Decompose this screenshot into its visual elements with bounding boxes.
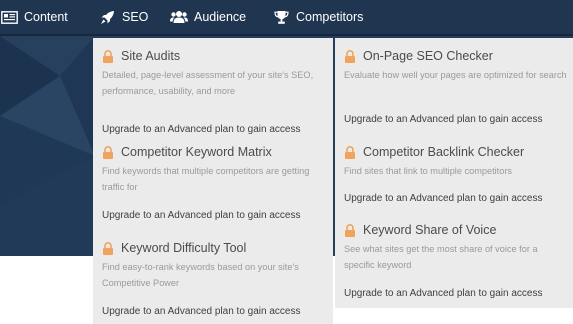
- menu-item-description: Find sites that link to multiple competi…: [344, 166, 512, 176]
- nav-item-content-label: Content: [24, 10, 68, 24]
- lock-icon: [103, 49, 113, 63]
- rocket-icon: [98, 9, 116, 25]
- upgrade-link[interactable]: Upgrade to an Advanced plan to gain acce…: [344, 113, 542, 127]
- upgrade-link[interactable]: Upgrade to an Advanced plan to gain acce…: [102, 123, 300, 137]
- menu-item-title: Keyword Difficulty Tool: [121, 241, 247, 255]
- nav-item-competitors[interactable]: Competitors: [272, 0, 363, 34]
- nav-item-seo[interactable]: SEO: [98, 0, 148, 34]
- nav-item-seo-label: SEO: [122, 10, 149, 24]
- upgrade-link[interactable]: Upgrade to an Advanced plan to gain acce…: [344, 287, 542, 301]
- menu-item-title: Competitor Keyword Matrix: [121, 145, 272, 159]
- trophy-icon: [272, 9, 290, 25]
- nav-item-competitors-label: Competitors: [296, 10, 364, 24]
- users-icon: [170, 9, 188, 25]
- newspaper-icon: [0, 9, 18, 25]
- nav-item-audience-label: Audience: [194, 10, 247, 24]
- upgrade-link[interactable]: Upgrade to an Advanced plan to gain acce…: [102, 209, 300, 223]
- menu-item-description: Find keywords that multiple competitors …: [102, 166, 310, 192]
- menu-item-description: See what sites get the most share of voi…: [344, 244, 538, 270]
- menu-item-description: Detailed, page-level assessment of your …: [102, 70, 314, 96]
- lock-icon: [345, 223, 355, 237]
- upgrade-link[interactable]: Upgrade to an Advanced plan to gain acce…: [102, 305, 300, 319]
- lock-icon: [103, 145, 113, 159]
- nav-item-audience[interactable]: Audience: [170, 0, 246, 34]
- lock-icon: [103, 241, 113, 255]
- menu-item-title: Site Audits: [121, 49, 181, 63]
- nav-item-content[interactable]: Content: [0, 0, 68, 34]
- menu-item-title: Keyword Share of Voice: [363, 223, 497, 237]
- upgrade-link[interactable]: Upgrade to an Advanced plan to gain acce…: [344, 192, 542, 206]
- top-nav: Content SEO Audience Competitors: [0, 0, 573, 36]
- lock-icon: [345, 49, 355, 63]
- menu-item-description: Evaluate how well your pages are optimiz…: [344, 70, 567, 80]
- dropdown-panel-left: Site Audits Detailed, page-level assessm…: [93, 38, 333, 324]
- menu-item-title: On-Page SEO Checker: [363, 49, 493, 63]
- dropdown-panel-right: On-Page SEO Checker Evaluate how well yo…: [335, 38, 573, 308]
- lock-icon: [345, 145, 355, 159]
- menu-item-title: Competitor Backlink Checker: [363, 145, 525, 159]
- menu-item-description: Find easy-to-rank keywords based on your…: [102, 262, 299, 288]
